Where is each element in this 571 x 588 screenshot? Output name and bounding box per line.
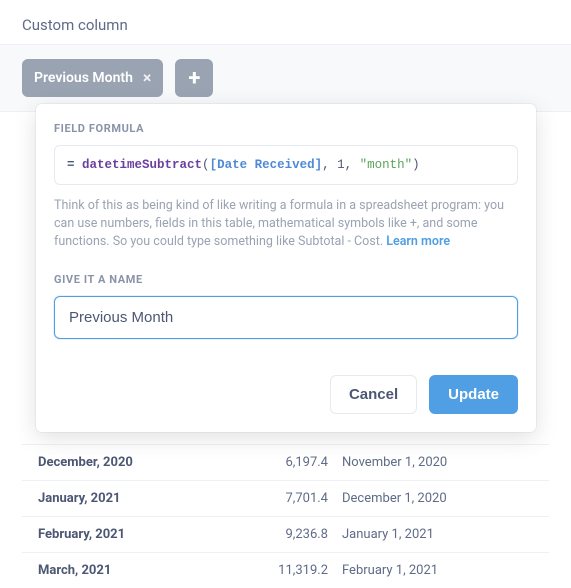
formula-fn: datetimeSubtract (82, 158, 202, 172)
table-row: February, 2021 9,236.8 January 1, 2021 (22, 516, 549, 552)
column-pill-row: Previous Month × + (0, 44, 571, 112)
update-button[interactable]: Update (429, 375, 518, 414)
custom-column-modal: FIELD FORMULA = datetimeSubtract([Date R… (36, 104, 536, 432)
add-column-button[interactable]: + (175, 59, 213, 97)
cell-prev[interactable]: December 1, 2020 (342, 491, 549, 506)
formula-eq: = (67, 158, 82, 172)
cell-value[interactable]: 7,701.4 (202, 491, 342, 506)
modal-button-row: Cancel Update (54, 375, 518, 414)
cell-prev[interactable]: February 1, 2021 (342, 563, 549, 578)
results-table: December, 2020 6,197.4 November 1, 2020 … (0, 444, 571, 588)
formula-open: ( (202, 158, 210, 172)
cell-value[interactable]: 11,319.2 (202, 563, 342, 578)
page-title: Custom column (0, 0, 571, 44)
name-section-label: GIVE IT A NAME (54, 273, 518, 286)
cell-prev[interactable]: January 1, 2021 (342, 527, 549, 542)
formula-sep2: , (345, 158, 360, 172)
column-name-input[interactable] (54, 296, 518, 339)
plus-icon: + (188, 66, 200, 91)
formula-help-text: Think of this as being kind of like writ… (54, 197, 518, 251)
table-row: March, 2021 11,319.2 February 1, 2021 (22, 552, 549, 588)
formula-sep1: , (322, 158, 337, 172)
close-icon[interactable]: × (143, 70, 152, 86)
cell-month[interactable]: December, 2020 (22, 455, 202, 470)
formula-field: [Date Received] (210, 158, 323, 172)
cell-value[interactable]: 9,236.8 (202, 527, 342, 542)
cell-month[interactable]: January, 2021 (22, 491, 202, 506)
cell-month[interactable]: March, 2021 (22, 563, 202, 578)
formula-arg-str: "month" (360, 158, 413, 172)
cell-value[interactable]: 6,197.4 (202, 455, 342, 470)
formula-arg-num: 1 (337, 158, 345, 172)
table-row: December, 2020 6,197.4 November 1, 2020 (22, 444, 549, 480)
pill-label: Previous Month (34, 70, 133, 86)
learn-more-link[interactable]: Learn more (386, 234, 450, 249)
column-pill-previous-month[interactable]: Previous Month × (22, 59, 163, 97)
table-row: January, 2021 7,701.4 December 1, 2020 (22, 480, 549, 516)
formula-close: ) (412, 158, 420, 172)
cancel-button[interactable]: Cancel (330, 375, 417, 414)
cell-month[interactable]: February, 2021 (22, 527, 202, 542)
formula-input[interactable]: = datetimeSubtract([Date Received], 1, "… (54, 145, 518, 185)
formula-section-label: FIELD FORMULA (54, 122, 518, 135)
cell-prev[interactable]: November 1, 2020 (342, 455, 549, 470)
